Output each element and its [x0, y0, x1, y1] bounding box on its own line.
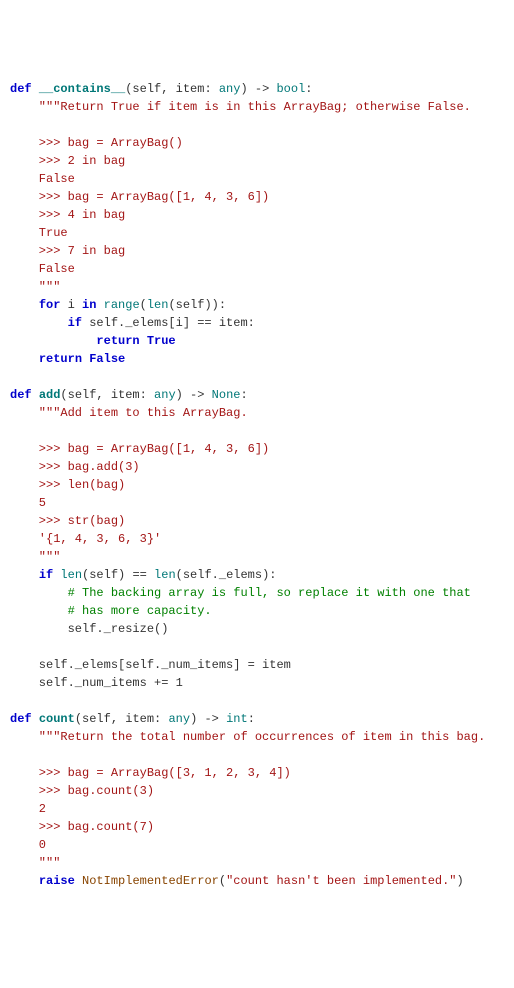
return-false: return False	[39, 352, 125, 366]
type-any: any	[219, 82, 241, 96]
docstring: >>> len(bag)	[10, 478, 125, 492]
keyword-raise: raise	[39, 874, 75, 888]
func-name: count	[39, 712, 75, 726]
error-class: NotImplementedError	[75, 874, 219, 888]
docstring: """Return the total number of occurrence…	[10, 730, 485, 744]
colon: :	[305, 82, 312, 96]
keyword-if: if	[68, 316, 82, 330]
docstring: 5	[10, 496, 46, 510]
docstring: >>> bag = ArrayBag([3, 1, 2, 3, 4])	[10, 766, 291, 780]
builtin-range: range	[96, 298, 139, 312]
ret-type: int	[226, 712, 248, 726]
params-close: ) ->	[240, 82, 276, 96]
docstring: '{1, 4, 3, 6, 3}'	[10, 532, 161, 546]
docstring: """	[10, 280, 60, 294]
docstring: False	[10, 172, 75, 186]
docstring: >>> bag.count(7)	[10, 820, 154, 834]
colon: :	[248, 712, 255, 726]
docstring: >>> bag = ArrayBag([1, 4, 3, 6])	[10, 442, 269, 456]
error-msg: "count hasn't been implemented."	[226, 874, 456, 888]
keyword-if: if	[39, 568, 53, 582]
params: (self, item:	[125, 82, 219, 96]
docstring: """	[10, 550, 60, 564]
docstring: >>> bag = ArrayBag()	[10, 136, 183, 150]
keyword-for: for	[39, 298, 61, 312]
docstring: 0	[10, 838, 46, 852]
ret-type: bool	[276, 82, 305, 96]
type-any: any	[168, 712, 190, 726]
if-body: self._elems[i] == item:	[82, 316, 255, 330]
builtin-len: len	[53, 568, 82, 582]
keyword-def: def	[10, 388, 32, 402]
builtin-len: len	[154, 568, 176, 582]
keyword-def: def	[10, 712, 32, 726]
comment: # The backing array is full, so replace …	[10, 586, 471, 600]
docstring: >>> str(bag)	[10, 514, 125, 528]
var-i: i	[60, 298, 82, 312]
func-name: __contains__	[39, 82, 125, 96]
builtin-len: len	[147, 298, 169, 312]
docstring: """Add item to this ArrayBag.	[10, 406, 248, 420]
docstring: """Return True if item is in this ArrayB…	[10, 100, 471, 114]
assignment: self._elems[self._num_items] = item	[10, 658, 291, 672]
code-block: def __contains__(self, item: any) -> boo…	[10, 80, 504, 890]
docstring: >>> bag.count(3)	[10, 784, 154, 798]
if-mid: (self) ==	[82, 568, 154, 582]
params-close: ) ->	[176, 388, 212, 402]
params: (self, item:	[60, 388, 154, 402]
assignment: self._num_items += 1	[10, 676, 183, 690]
docstring: >>> 4 in bag	[10, 208, 125, 222]
docstring: False	[10, 262, 75, 276]
docstring: >>> bag = ArrayBag([1, 4, 3, 6])	[10, 190, 269, 204]
if-tail: (self._elems):	[176, 568, 277, 582]
params-close: ) ->	[190, 712, 226, 726]
close-paren: )	[457, 874, 464, 888]
docstring: >>> 7 in bag	[10, 244, 125, 258]
call-resize: self._resize()	[10, 622, 168, 636]
docstring: >>> bag.add(3)	[10, 460, 140, 474]
colon: :	[240, 388, 247, 402]
return-true: return True	[96, 334, 175, 348]
for-tail: (self)):	[168, 298, 226, 312]
docstring: >>> 2 in bag	[10, 154, 125, 168]
comment: # has more capacity.	[10, 604, 212, 618]
docstring: True	[10, 226, 68, 240]
keyword-in: in	[82, 298, 96, 312]
docstring: 2	[10, 802, 46, 816]
func-name: add	[39, 388, 61, 402]
ret-type: None	[212, 388, 241, 402]
keyword-def: def	[10, 82, 32, 96]
type-any: any	[154, 388, 176, 402]
docstring: """	[10, 856, 60, 870]
params: (self, item:	[75, 712, 169, 726]
open-paren: (	[219, 874, 226, 888]
